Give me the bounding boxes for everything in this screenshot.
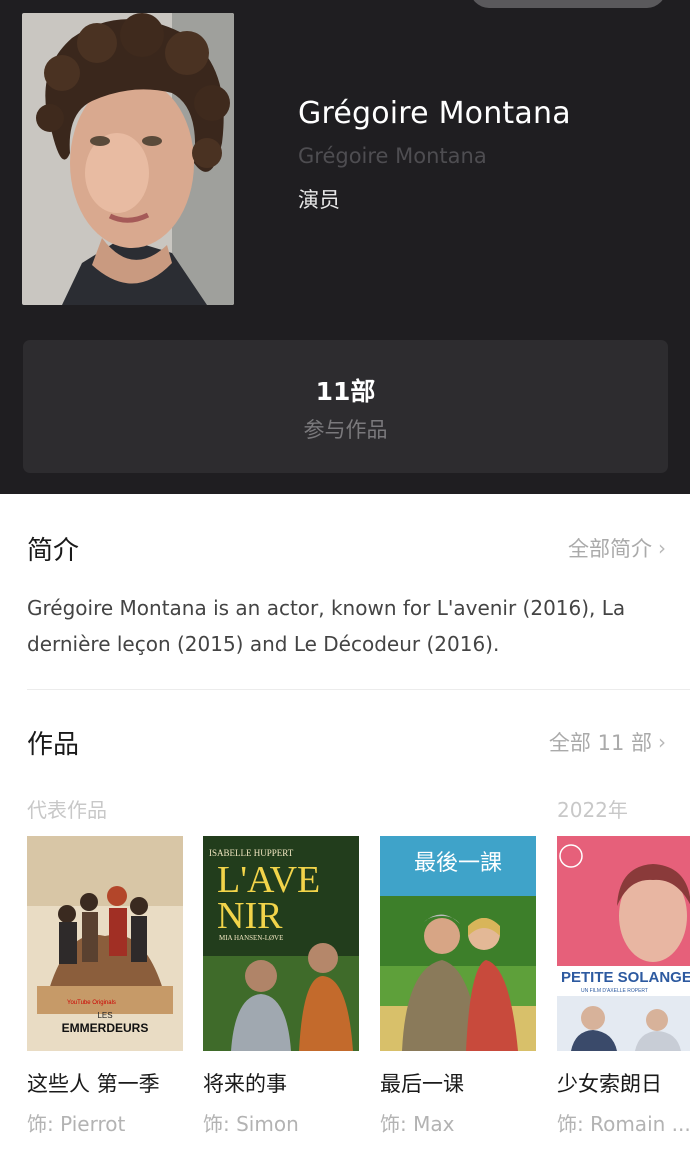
film-card[interactable]: 最後一課 最后一课 饰: Max xyxy=(380,836,536,1137)
poster-image: PETITE SOLANGE UN FILM D'AXELLE ROPERT xyxy=(557,836,690,1051)
film-card[interactable]: YouTube Originals LES EMMERDEURS 这些人 第一季… xyxy=(27,836,183,1137)
intro-title: 简介 xyxy=(27,536,80,566)
poster-text: EMMERDEURS xyxy=(62,1021,149,1035)
poster-text: MIA HANSEN-LØVE xyxy=(219,934,283,942)
poster-image: YouTube Originals LES EMMERDEURS xyxy=(27,836,183,1051)
film-poster: YouTube Originals LES EMMERDEURS xyxy=(27,836,183,1051)
works-title: 作品 xyxy=(27,730,80,760)
film-role: 饰: Pierrot xyxy=(27,1112,126,1136)
poster-text: YouTube Originals xyxy=(67,1000,116,1006)
works-count-label: 参与作品 xyxy=(303,418,388,442)
film-title: 将来的事 xyxy=(203,1072,287,1096)
person-portrait xyxy=(22,13,234,305)
intro-text: Grégoire Montana is an actor, known for … xyxy=(27,596,626,656)
chevron-right-icon: › xyxy=(658,730,666,754)
film-poster: 最後一課 xyxy=(380,836,536,1051)
film-role: 饰: Romain ... xyxy=(557,1112,690,1136)
film-role: 饰: Max xyxy=(380,1112,455,1136)
intro-more-label: 全部简介 xyxy=(568,537,652,561)
film-poster: ISABELLE HUPPERT L'AVE NIR MIA HANSEN-LØ… xyxy=(203,836,359,1051)
film-title: 少女索朗日 xyxy=(557,1072,662,1096)
chevron-right-icon: › xyxy=(658,536,666,560)
poster-text: NIR xyxy=(217,895,283,937)
film-card[interactable]: ISABELLE HUPPERT L'AVE NIR MIA HANSEN-LØ… xyxy=(203,836,359,1137)
intro-more-link[interactable]: 全部简介 › xyxy=(568,533,666,563)
person-header: Grégoire Montana Grégoire Montana 演员 11部… xyxy=(0,0,690,494)
divider xyxy=(27,689,690,690)
film-role: 饰: Simon xyxy=(203,1112,299,1136)
poster-text: LES xyxy=(97,1011,112,1020)
person-original-name: Grégoire Montana xyxy=(298,144,487,168)
poster-image: ISABELLE HUPPERT L'AVE NIR MIA HANSEN-LØ… xyxy=(203,836,359,1051)
top-pill-button[interactable] xyxy=(470,0,666,8)
poster-image: 最後一課 xyxy=(380,836,536,1051)
year-label: 2022年 xyxy=(557,798,628,822)
works-more-label: 全部 11 部 xyxy=(548,731,652,755)
person-role: 演员 xyxy=(298,188,340,212)
film-title: 最后一课 xyxy=(380,1072,464,1096)
portrait-image xyxy=(22,13,234,305)
works-count-card[interactable]: 11部 参与作品 xyxy=(23,340,668,473)
works-count: 11部 xyxy=(315,377,376,406)
film-poster: PETITE SOLANGE UN FILM D'AXELLE ROPERT xyxy=(557,836,690,1051)
representative-works-label: 代表作品 xyxy=(27,798,107,822)
poster-text: PETITE SOLANGE xyxy=(561,969,690,986)
person-name: Grégoire Montana xyxy=(298,96,571,131)
film-card[interactable]: PETITE SOLANGE UN FILM D'AXELLE ROPERT 少… xyxy=(557,836,690,1137)
poster-text: ISABELLE HUPPERT xyxy=(209,848,294,858)
works-more-link[interactable]: 全部 11 部 › xyxy=(549,727,666,757)
film-title: 这些人 第一季 xyxy=(27,1072,160,1096)
poster-text: UN FILM D'AXELLE ROPERT xyxy=(581,988,648,994)
poster-text: 最後一課 xyxy=(414,851,502,876)
